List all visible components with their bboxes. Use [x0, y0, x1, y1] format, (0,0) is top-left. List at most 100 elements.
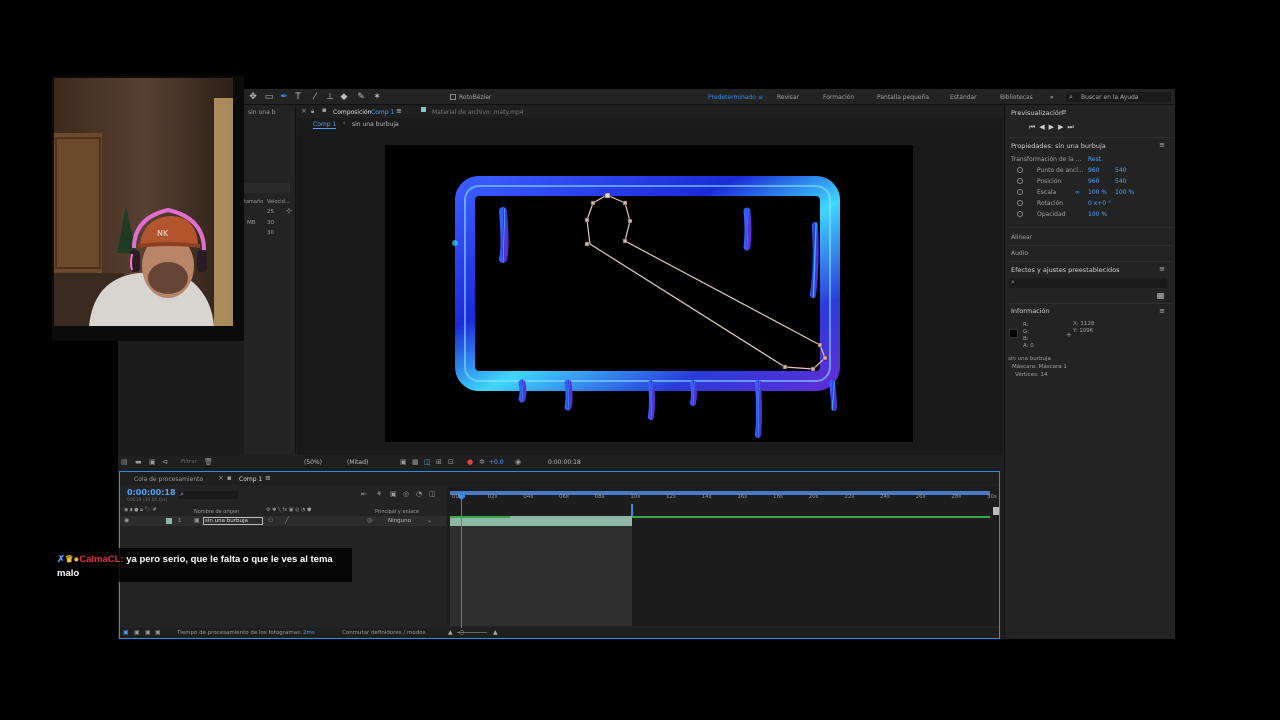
- stopwatch-icon[interactable]: [1017, 178, 1023, 184]
- layer-switches-toggle-icon[interactable]: ▣: [123, 629, 129, 636]
- workspace-estandar[interactable]: Estándar: [950, 94, 977, 101]
- tab-menu-icon[interactable]: ≡: [265, 474, 271, 482]
- exposure-value[interactable]: +0.0: [489, 459, 504, 466]
- workspace-predeterminado[interactable]: Predeterminado: [708, 94, 756, 101]
- zoom-slider-thumb[interactable]: ○: [459, 629, 464, 636]
- zoom-dropdown[interactable]: (50%): [304, 459, 322, 466]
- prop-rotation[interactable]: 0 x+0 °: [1088, 200, 1111, 207]
- quality-switch-icon[interactable]: ╱: [285, 517, 289, 524]
- project-tab[interactable]: sin una b: [248, 109, 276, 116]
- mask-visibility-icon[interactable]: ◫: [424, 458, 431, 466]
- properties-panel-title[interactable]: Propiedades: sin una burbuja: [1011, 142, 1106, 150]
- more-workspaces-icon[interactable]: »: [1050, 94, 1054, 101]
- audio-panel-title[interactable]: Audio: [1011, 250, 1028, 257]
- composition-tab-prefix[interactable]: Composición: [333, 109, 371, 116]
- rotobezier-checkbox[interactable]: [450, 94, 456, 100]
- stopwatch-icon[interactable]: [1017, 189, 1023, 195]
- prop-position-y[interactable]: 540: [1115, 178, 1126, 185]
- rectangle-tool-icon[interactable]: ▭: [264, 92, 274, 102]
- flowchart-icon[interactable]: ⊹: [286, 207, 292, 215]
- layer-search-field[interactable]: ⌕: [178, 490, 238, 499]
- hand-tool-icon[interactable]: ✥: [248, 92, 258, 102]
- col-velocidad-header[interactable]: Velocid...: [267, 199, 290, 205]
- pickwhip-icon[interactable]: ◎: [367, 517, 372, 524]
- preview-panel-title[interactable]: Previsualización: [1011, 109, 1063, 117]
- render-queue-tab[interactable]: Cola de procesamiento: [134, 476, 203, 483]
- footage-tab[interactable]: Material de archivo: maty.mp4: [432, 109, 524, 116]
- workspace-menu-icon[interactable]: ≡: [758, 94, 763, 101]
- clone-stamp-icon[interactable]: ⊥: [325, 92, 335, 102]
- transparency-grid-icon[interactable]: ▦: [412, 458, 419, 466]
- current-time-indicator[interactable]: [461, 494, 462, 628]
- toggle-switches-modes[interactable]: Conmutar definidores / modos: [342, 630, 425, 636]
- zoom-out-icon[interactable]: ▲: [448, 629, 453, 636]
- text-tool-icon[interactable]: T: [293, 92, 303, 102]
- lock-icon[interactable]: 🔒︎: [311, 108, 314, 116]
- stopwatch-icon[interactable]: [1017, 167, 1023, 173]
- col-parent-header[interactable]: Principal y enlace: [375, 509, 419, 515]
- folder-icon[interactable]: ▬: [135, 458, 142, 466]
- prop-position-x[interactable]: 960: [1088, 178, 1099, 185]
- col-tamano-header[interactable]: tamaño: [244, 199, 263, 205]
- roto-brush-icon[interactable]: ✎: [356, 92, 366, 102]
- workspace-pantalla-pequena[interactable]: Pantalla pequeña: [877, 94, 929, 101]
- in-out-toggle-icon[interactable]: ▣: [145, 629, 151, 636]
- snapshot-icon[interactable]: ◉: [515, 458, 521, 466]
- graph-editor-icon[interactable]: ◫: [429, 490, 436, 498]
- draft-3d-icon[interactable]: ⚘: [376, 490, 382, 498]
- trash-icon[interactable]: 🗑︎: [204, 458, 213, 466]
- help-search-field[interactable]: ⌕ Buscar en la Ayuda: [1066, 92, 1171, 102]
- transform-reset[interactable]: Rest.: [1088, 156, 1103, 163]
- prop-anchor-y[interactable]: 540: [1115, 167, 1126, 174]
- tab-menu-icon[interactable]: ≡: [396, 107, 402, 115]
- eraser-tool-icon[interactable]: ◆: [339, 92, 349, 102]
- frame-blending-icon[interactable]: ◎: [403, 490, 409, 498]
- layer-name-field[interactable]: sin una burbuja: [203, 517, 263, 525]
- resolution-dropdown[interactable]: (Mitad): [347, 459, 368, 466]
- info-panel-title[interactable]: Información: [1011, 307, 1050, 315]
- layer-row[interactable]: ◉ 1 ▣ sin una burbuja ⚇ ╱ ◎ Ninguno ⌄: [120, 516, 446, 526]
- visibility-eye-icon[interactable]: ◉: [124, 517, 129, 524]
- mask-path[interactable]: [584, 192, 828, 372]
- color-channels-icon[interactable]: ●: [467, 458, 473, 466]
- brush-tool-icon[interactable]: ⁄: [310, 92, 320, 102]
- comp-flowchart-icon[interactable]: ⇤: [361, 490, 367, 498]
- workspace-revisar[interactable]: Revisar: [777, 94, 799, 101]
- col-source-header[interactable]: Nombre de origen: [194, 509, 239, 515]
- close-tab-icon[interactable]: ×: [218, 474, 224, 482]
- pen-tool-icon[interactable]: ✒: [279, 92, 289, 102]
- stopwatch-icon[interactable]: [1017, 200, 1023, 206]
- transform-label[interactable]: Transformación de la ...: [1011, 156, 1081, 163]
- close-tab-icon[interactable]: ×: [301, 107, 307, 115]
- viewer-timecode[interactable]: 0:00:00:18: [548, 459, 581, 466]
- out-point-marker[interactable]: [631, 504, 633, 516]
- properties-menu-icon[interactable]: ≡: [1159, 141, 1165, 149]
- comp-timeline-tab[interactable]: Comp 1: [239, 476, 262, 483]
- chevron-down-icon[interactable]: ⌄: [427, 517, 432, 524]
- new-preset-icon[interactable]: [1157, 293, 1164, 299]
- render-icon[interactable]: ▤: [121, 458, 128, 466]
- info-menu-icon[interactable]: ≡: [1159, 307, 1165, 315]
- effects-panel-title[interactable]: Efectos y ajustes preestablecidos: [1011, 266, 1120, 274]
- transfer-controls-icon[interactable]: ▣: [134, 629, 140, 636]
- preview-transport-controls[interactable]: ⏮︎◀▶▶︎⏭︎: [1029, 123, 1078, 132]
- end-marker[interactable]: [993, 507, 999, 515]
- puppet-pin-icon[interactable]: ✶: [372, 92, 382, 102]
- guides-icon[interactable]: ⊞: [436, 458, 442, 466]
- breadcrumb-layer[interactable]: sin una burbuja: [352, 121, 399, 128]
- workspace-formacion[interactable]: Formación: [823, 94, 854, 101]
- prop-scale-y[interactable]: 100 %: [1115, 189, 1134, 196]
- composition-tab-name[interactable]: Comp 1: [371, 109, 394, 116]
- comp-new-icon[interactable]: ▣: [149, 458, 156, 466]
- zoom-in-icon[interactable]: ▲: [493, 629, 498, 636]
- region-icon[interactable]: ▣: [400, 458, 407, 466]
- effects-menu-icon[interactable]: ≡: [1159, 265, 1165, 273]
- shy-layers-icon[interactable]: ▣: [390, 490, 397, 498]
- link-icon[interactable]: ∞: [1075, 189, 1080, 196]
- render-time-toggle-icon[interactable]: ▣: [155, 629, 161, 636]
- timeline-timecode[interactable]: 0:00:00:18: [127, 488, 176, 497]
- effects-search-field[interactable]: ⌕: [1009, 278, 1167, 288]
- prop-opacity[interactable]: 100 %: [1088, 211, 1107, 218]
- project-search-field[interactable]: [244, 183, 290, 193]
- preview-menu-icon[interactable]: ≡: [1061, 108, 1067, 116]
